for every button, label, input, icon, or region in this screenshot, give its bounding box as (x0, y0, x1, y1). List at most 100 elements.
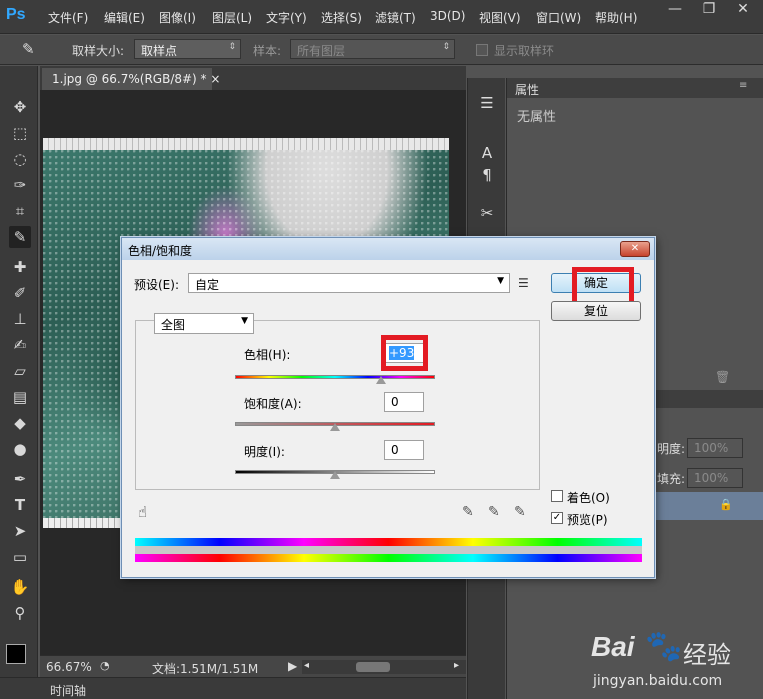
history-panel-icon[interactable]: ☰ (476, 92, 498, 114)
chevron-down-icon: ▼ (497, 276, 504, 286)
preset-options-icon[interactable]: ☰ (518, 276, 529, 290)
menu-layer[interactable]: 图层(L) (212, 9, 252, 26)
eyedropper-tool-icon[interactable]: ✎ (9, 226, 31, 248)
character-panel-icon[interactable]: A (476, 142, 498, 164)
marquee-tool-icon[interactable]: ⬚ (9, 122, 31, 144)
trash-icon[interactable]: 🗑 (715, 370, 730, 384)
brush-tool-icon[interactable]: ✐ (9, 282, 31, 304)
gradient-tool-icon[interactable]: ▤ (9, 386, 31, 408)
paragraph-panel-icon[interactable]: ¶ (476, 164, 498, 186)
menu-help[interactable]: 帮助(H) (595, 9, 637, 26)
scrollbar-thumb[interactable] (356, 662, 390, 672)
status-bar: 66.67% ◔ 文档:1.51M/1.51M ▶ ◂ ▸ (40, 655, 466, 677)
image-top-region (43, 138, 449, 150)
hand-tool-icon[interactable]: ✋ (9, 576, 31, 598)
zoom-level[interactable]: 66.67% (46, 660, 92, 674)
eyedropper-icon[interactable]: ✎ (462, 504, 474, 520)
photoshop-logo: Ps (6, 6, 26, 23)
menu-filter[interactable]: 滤镜(T) (375, 9, 416, 26)
channel-select[interactable]: 全图 ▼ (154, 313, 254, 334)
output-color-bar (135, 538, 642, 546)
eyedropper-minus-icon[interactable]: ✎ (514, 504, 526, 520)
colorize-checkbox[interactable] (551, 490, 563, 502)
status-arrow-icon[interactable]: ▶ (288, 659, 297, 673)
sample-size-value: 取样点 (141, 44, 178, 58)
lightness-input[interactable]: 0 (384, 440, 424, 460)
show-ring-label: 显示取样环 (494, 44, 555, 58)
minimize-button[interactable]: — (659, 0, 691, 20)
zoom-tool-icon[interactable]: ⚲ (9, 602, 31, 624)
menu-view[interactable]: 视图(V) (479, 9, 521, 26)
preview-checkbox[interactable]: ✓ (551, 512, 563, 524)
hue-label: 色相(H): (244, 348, 291, 362)
path-select-tool-icon[interactable]: ➤ (9, 520, 31, 542)
lightness-slider-thumb[interactable] (330, 471, 340, 479)
channel-value: 全图 (161, 318, 186, 332)
show-ring-checkbox[interactable] (476, 44, 488, 56)
document-tabs: 1.jpg @ 66.7%(RGB/8#) * × (40, 66, 466, 90)
fill-value: 100% (694, 471, 729, 485)
crop-tool-icon[interactable]: ⌗ (9, 200, 31, 222)
fill-label: 填充: (657, 472, 686, 486)
dodge-tool-icon[interactable]: ● (9, 438, 31, 460)
sample-size-select[interactable]: 取样点 ⇕ (134, 39, 241, 59)
scroll-right-icon[interactable]: ▸ (454, 660, 459, 671)
dialog-close-button[interactable]: ✕ (620, 241, 650, 257)
move-tool-icon[interactable]: ✥ (9, 96, 31, 118)
timeline-tab[interactable]: 时间轴 (50, 682, 86, 699)
foreground-color-swatch[interactable] (6, 644, 26, 664)
close-tab-icon[interactable]: × (210, 72, 220, 86)
sample-value: 所有图层 (297, 44, 346, 58)
preset-select[interactable]: 自定 ▼ (188, 273, 510, 293)
scroll-left-icon[interactable]: ◂ (304, 660, 309, 671)
options-bar: ✎ 取样大小: 取样点 ⇕ 样本: 所有图层 ⇕ 显示取样环 (0, 35, 763, 65)
properties-tab[interactable]: 属性 (515, 81, 539, 98)
healing-brush-tool-icon[interactable]: ✚ (9, 256, 31, 278)
menu-window[interactable]: 窗口(W) (536, 9, 581, 26)
maximize-button[interactable]: ❐ (693, 0, 725, 20)
horizontal-scrollbar[interactable]: ◂ ▸ (302, 660, 466, 674)
reset-label: 复位 (583, 304, 608, 318)
hue-slider-track[interactable] (235, 375, 435, 379)
properties-tabbar: 属性 ≡ (507, 78, 763, 98)
layer-row[interactable]: 🔒 (655, 492, 763, 520)
saturation-slider-thumb[interactable] (330, 423, 340, 431)
watermark-brand2: 经验 (683, 641, 731, 669)
eraser-tool-icon[interactable]: ▱ (9, 360, 31, 382)
blur-tool-icon[interactable]: ◆ (9, 412, 31, 434)
close-window-button[interactable]: ✕ (727, 0, 759, 20)
type-tool-icon[interactable]: T (9, 494, 31, 516)
hue-slider-thumb[interactable] (376, 376, 386, 384)
opacity-label: 明度: (657, 442, 686, 456)
reset-button[interactable]: 复位 (551, 301, 641, 321)
color-bar-divider (135, 546, 642, 554)
tools-preset-icon[interactable]: ✂ (476, 202, 498, 224)
shape-tool-icon[interactable]: ▭ (9, 546, 31, 568)
preview-label: 预览(P) (567, 513, 608, 527)
panel-menu-icon[interactable]: ≡ (739, 80, 747, 91)
opacity-field[interactable]: 100% (687, 438, 743, 458)
sample-select[interactable]: 所有图层 ⇕ (290, 39, 455, 59)
tab-document[interactable]: 1.jpg @ 66.7%(RGB/8#) * × (42, 68, 220, 90)
menu-edit[interactable]: 编辑(E) (104, 9, 145, 26)
menu-image[interactable]: 图像(I) (159, 9, 196, 26)
lightness-label: 明度(I): (244, 445, 285, 459)
sample-size-label: 取样大小: (72, 44, 125, 58)
lasso-tool-icon[interactable]: ◌ (9, 148, 31, 170)
pen-tool-icon[interactable]: ✒ (9, 468, 31, 490)
status-menu-icon[interactable]: ◔ (100, 659, 110, 672)
eyedropper-icon[interactable]: ✎ (22, 40, 35, 58)
menu-select[interactable]: 选择(S) (321, 9, 362, 26)
quick-select-tool-icon[interactable]: ✑ (9, 174, 31, 196)
paw-icon: 🐾 (645, 629, 683, 664)
eyedropper-plus-icon[interactable]: ✎ (488, 504, 500, 520)
preset-value: 自定 (195, 278, 220, 292)
menu-3d[interactable]: 3D(D) (430, 9, 465, 23)
menu-file[interactable]: 文件(F) (48, 9, 88, 26)
hand-adjust-icon[interactable]: ☝ (138, 503, 147, 521)
stamp-tool-icon[interactable]: ⊥ (9, 308, 31, 330)
menu-type[interactable]: 文字(Y) (266, 9, 307, 26)
history-brush-tool-icon[interactable]: ✍ (9, 334, 31, 356)
saturation-input[interactable]: 0 (384, 392, 424, 412)
fill-field[interactable]: 100% (687, 468, 743, 488)
